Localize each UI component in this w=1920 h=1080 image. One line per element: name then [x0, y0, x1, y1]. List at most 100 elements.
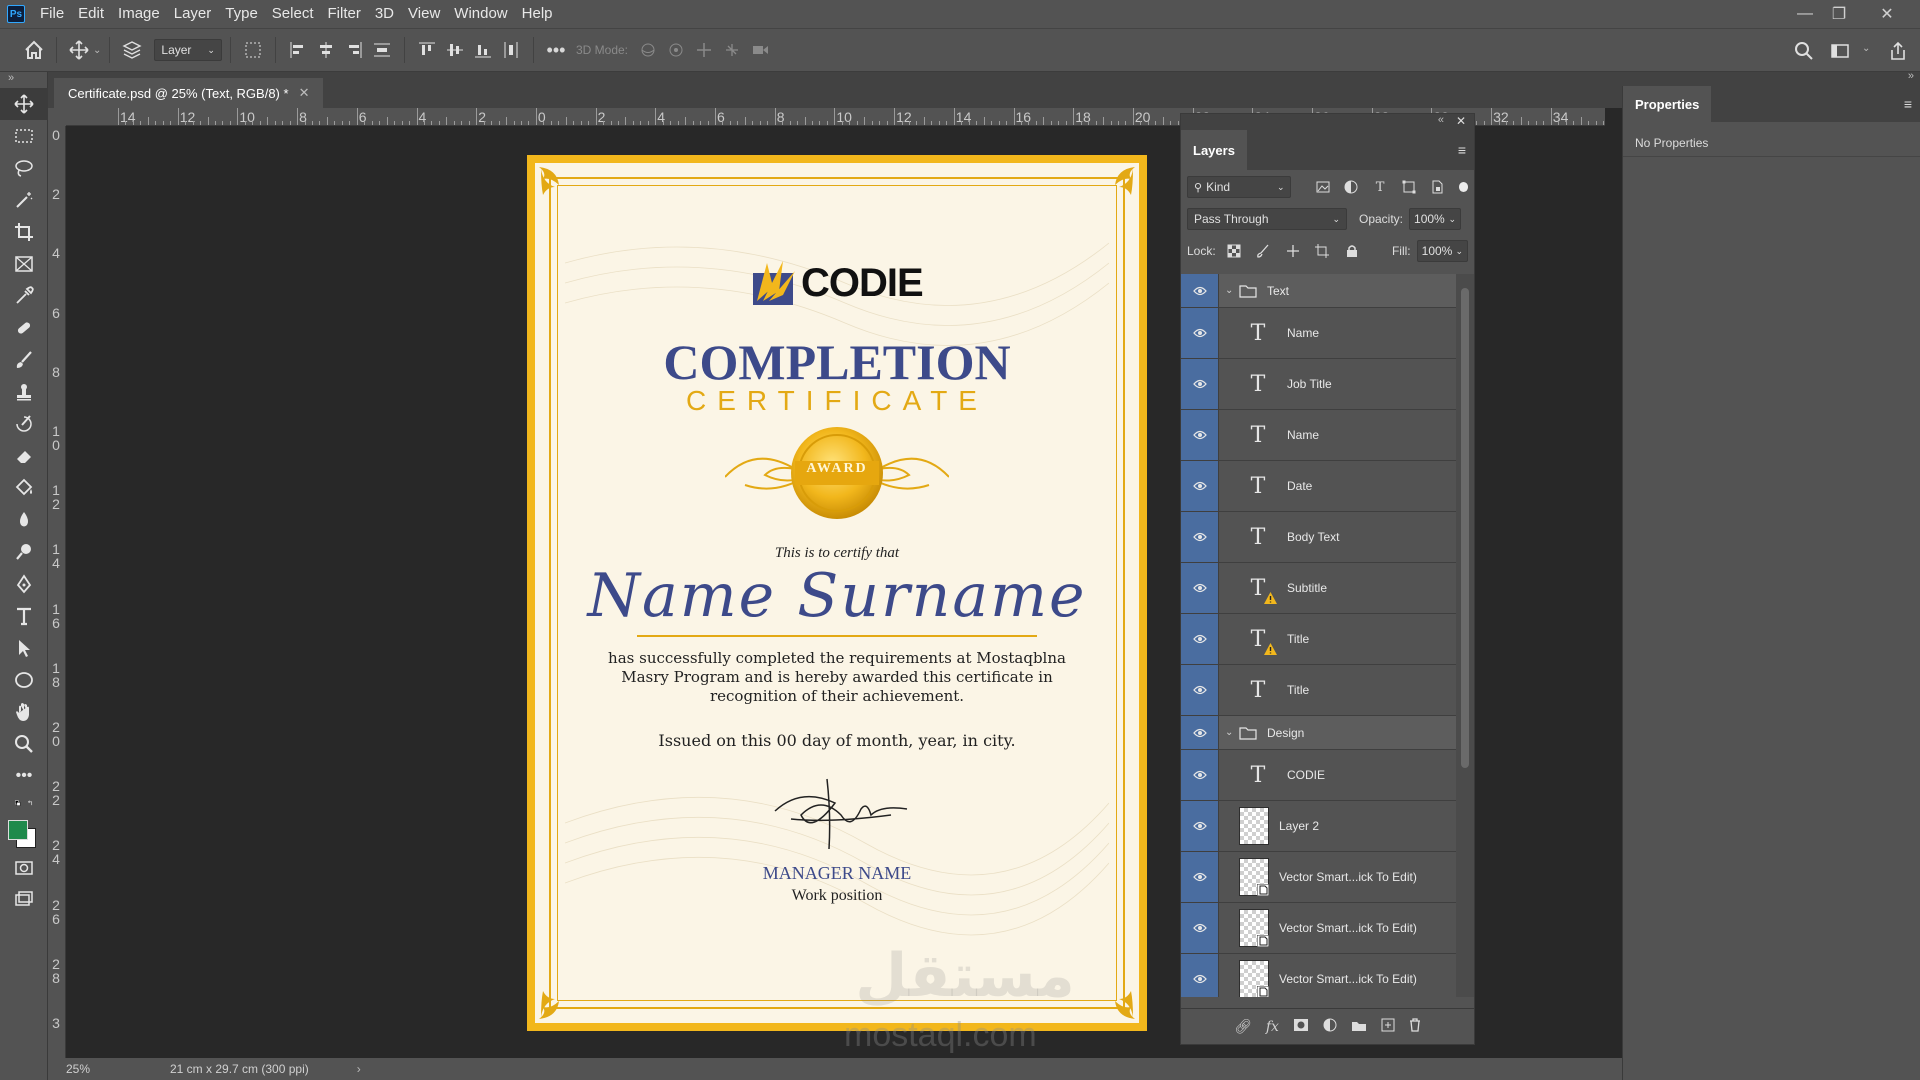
filter-smart-object-icon[interactable]: [1426, 176, 1449, 198]
layer-row[interactable]: T Name: [1181, 410, 1458, 461]
menu-filter[interactable]: Filter: [321, 0, 368, 28]
transform-controls-icon[interactable]: [239, 36, 267, 64]
lock-artboard-icon[interactable]: [1311, 240, 1335, 262]
align-center-h-icon[interactable]: [312, 36, 340, 64]
filter-adjustment-icon[interactable]: [1340, 176, 1363, 198]
type-tool-icon[interactable]: [0, 600, 48, 632]
hand-tool-icon[interactable]: [0, 696, 48, 728]
screen-mode-icon[interactable]: [0, 884, 48, 916]
align-middle-v-icon[interactable]: [441, 36, 469, 64]
filter-kind-dropdown[interactable]: ⚲ Kind ⌄: [1187, 176, 1292, 198]
minimize-button[interactable]: —: [1788, 0, 1822, 28]
move-tool-icon[interactable]: [0, 88, 48, 120]
lasso-tool-icon[interactable]: [0, 152, 48, 184]
3d-slide-icon[interactable]: [718, 36, 746, 64]
visibility-eye-icon[interactable]: [1181, 512, 1219, 562]
layer-row[interactable]: T Title: [1181, 614, 1458, 665]
layer-row[interactable]: T Subtitle: [1181, 563, 1458, 614]
marquee-tool-icon[interactable]: [0, 120, 48, 152]
close-window-button[interactable]: ✕: [1870, 0, 1904, 28]
layer-row[interactable]: T Name: [1181, 308, 1458, 359]
dock-collapse-icon[interactable]: »: [1908, 70, 1914, 82]
certificate-document[interactable]: CODIE COMPLETION CERTIFICATE AWARD This …: [527, 155, 1147, 1031]
3d-roll-icon[interactable]: [662, 36, 690, 64]
visibility-eye-icon[interactable]: [1181, 563, 1219, 613]
visibility-eye-icon[interactable]: [1181, 801, 1219, 851]
group-expand-chevron-icon[interactable]: ⌄: [1225, 727, 1235, 738]
new-group-icon[interactable]: [1351, 1019, 1367, 1035]
chevron-down-icon[interactable]: ⌄: [93, 45, 101, 56]
lock-image-pixels-icon[interactable]: [1251, 240, 1275, 262]
opacity-input[interactable]: 100% ⌄: [1409, 208, 1462, 230]
brush-tool-icon[interactable]: [0, 344, 48, 376]
swap-colors-icon[interactable]: [0, 792, 48, 816]
visibility-eye-icon[interactable]: [1181, 461, 1219, 511]
menu-help[interactable]: Help: [515, 0, 560, 28]
visibility-eye-icon[interactable]: [1181, 308, 1219, 358]
more-options-icon[interactable]: •••: [542, 36, 570, 64]
blend-mode-dropdown[interactable]: Pass Through ⌄: [1187, 208, 1347, 230]
filter-toggle[interactable]: [1458, 182, 1469, 192]
visibility-eye-icon[interactable]: [1181, 750, 1219, 800]
layer-row[interactable]: T Title: [1181, 665, 1458, 716]
layer-row[interactable]: Vector Smart...ick To Edit): [1181, 954, 1458, 997]
filter-shape-icon[interactable]: [1397, 176, 1420, 198]
color-swatches[interactable]: [0, 816, 48, 852]
group-expand-chevron-icon[interactable]: ⌄: [1225, 285, 1235, 296]
panel-close-icon[interactable]: ✕: [1456, 114, 1466, 128]
toolbar-collapse-icon[interactable]: »: [0, 72, 47, 88]
new-layer-icon[interactable]: [1381, 1018, 1395, 1035]
layer-row[interactable]: T Body Text: [1181, 512, 1458, 563]
document-info[interactable]: 21 cm x 29.7 cm (300 ppi): [170, 1062, 309, 1076]
vertical-ruler[interactable]: 0 2 4 6 8 10 12 14 16 18 20 22 24 26 28 3: [48, 126, 66, 1058]
menu-image[interactable]: Image: [111, 0, 167, 28]
history-brush-tool-icon[interactable]: [0, 408, 48, 440]
lock-position-icon[interactable]: [1281, 240, 1305, 262]
visibility-eye-icon[interactable]: [1181, 665, 1219, 715]
home-icon[interactable]: [20, 36, 48, 64]
eyedropper-tool-icon[interactable]: [0, 280, 48, 312]
clone-stamp-tool-icon[interactable]: [0, 376, 48, 408]
distribute-horizontal-icon[interactable]: [497, 36, 525, 64]
menu-layer[interactable]: Layer: [167, 0, 219, 28]
menu-select[interactable]: Select: [265, 0, 321, 28]
visibility-eye-icon[interactable]: [1181, 903, 1219, 953]
tab-layers[interactable]: Layers: [1181, 130, 1247, 170]
align-left-icon[interactable]: [284, 36, 312, 64]
layer-row[interactable]: Vector Smart...ick To Edit): [1181, 852, 1458, 903]
frame-tool-icon[interactable]: [0, 248, 48, 280]
ellipse-tool-icon[interactable]: [0, 664, 48, 696]
visibility-eye-icon[interactable]: [1181, 410, 1219, 460]
crop-tool-icon[interactable]: [0, 216, 48, 248]
layer-row[interactable]: T CODIE: [1181, 750, 1458, 801]
link-layers-icon[interactable]: 🔗︎: [1234, 1018, 1252, 1035]
paint-bucket-tool-icon[interactable]: [0, 472, 48, 504]
menu-window[interactable]: Window: [447, 0, 514, 28]
share-icon[interactable]: [1884, 37, 1912, 65]
filter-pixel-icon[interactable]: [1311, 176, 1334, 198]
layer-style-fx-icon[interactable]: fx: [1266, 1019, 1279, 1035]
ruler-origin[interactable]: [48, 108, 66, 126]
lock-transparent-icon[interactable]: [1222, 240, 1246, 262]
foreground-color-swatch[interactable]: [8, 820, 28, 840]
zoom-tool-icon[interactable]: [0, 728, 48, 760]
edit-toolbar-icon[interactable]: •••: [0, 760, 48, 792]
close-document-icon[interactable]: ✕: [299, 85, 310, 101]
panel-collapse-icon[interactable]: «: [1438, 114, 1444, 126]
layers-panel-menu-icon[interactable]: ≡: [1458, 142, 1466, 158]
restore-button[interactable]: ❐: [1822, 0, 1856, 28]
layer-group-row[interactable]: ⌄ Design: [1181, 716, 1458, 750]
status-menu-chevron-icon[interactable]: ›: [357, 1062, 361, 1076]
menu-view[interactable]: View: [401, 0, 447, 28]
menu-file[interactable]: File: [33, 0, 71, 28]
pen-tool-icon[interactable]: [0, 568, 48, 600]
align-top-icon[interactable]: [413, 36, 441, 64]
workspace-icon[interactable]: [1826, 37, 1854, 65]
fill-input[interactable]: 100% ⌄: [1416, 240, 1469, 262]
tab-properties[interactable]: Properties: [1623, 86, 1712, 122]
align-right-icon[interactable]: [340, 36, 368, 64]
scrollbar-thumb[interactable]: [1461, 288, 1469, 768]
healing-brush-tool-icon[interactable]: [0, 312, 48, 344]
auto-select-target-dropdown[interactable]: Layer ⌄: [154, 39, 222, 61]
visibility-eye-icon[interactable]: [1181, 359, 1219, 409]
